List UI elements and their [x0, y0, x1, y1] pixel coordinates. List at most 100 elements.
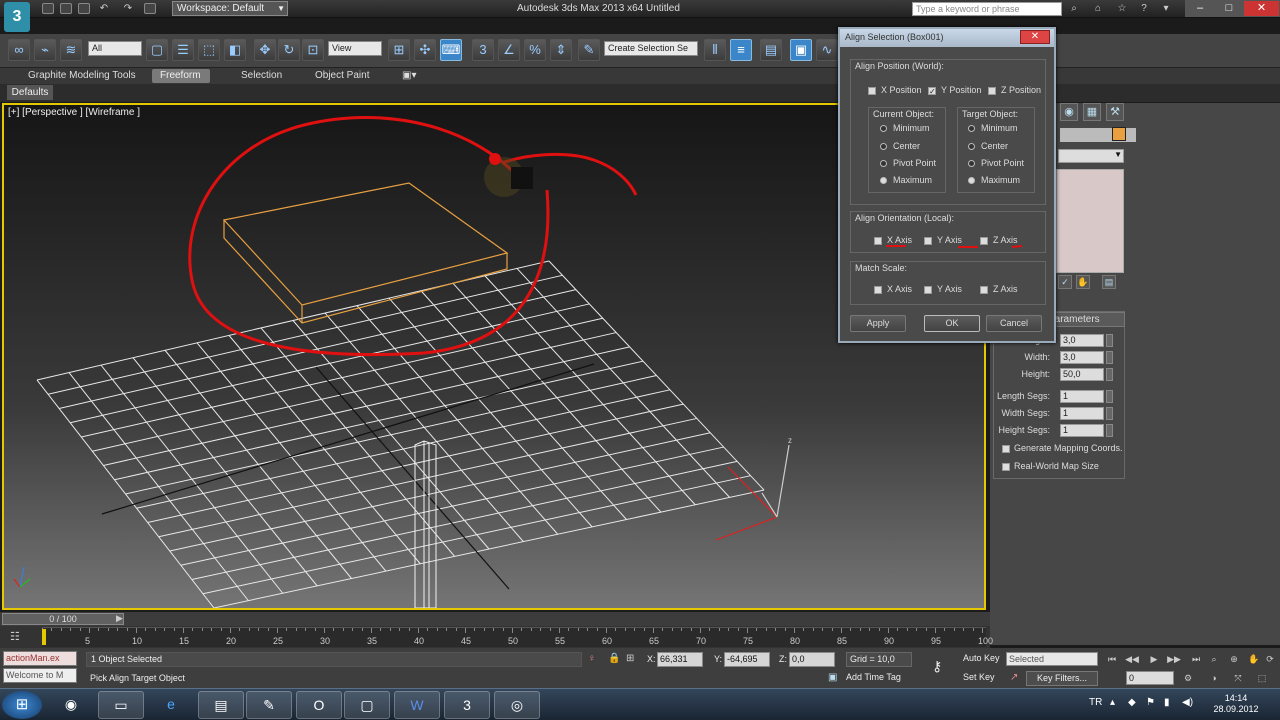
keyboard-shortcut-icon[interactable]: ⌨: [440, 39, 462, 61]
graphite-toggle-icon[interactable]: ▣: [790, 39, 812, 61]
volume-icon[interactable]: ◀): [1182, 697, 1193, 708]
internet-explorer-icon[interactable]: e: [148, 691, 194, 719]
minimize-button[interactable]: –: [1185, 0, 1215, 17]
paint-icon[interactable]: ✎: [246, 691, 292, 719]
play-icon[interactable]: ▶: [1146, 652, 1162, 666]
current-frame-marker[interactable]: [42, 629, 46, 645]
real-world-map-checkbox[interactable]: Real-World Map Size: [1002, 461, 1099, 471]
target-object-radio-maximum[interactable]: Maximum: [968, 175, 1020, 185]
tab-selection[interactable]: Selection: [241, 70, 282, 81]
help-icon[interactable]: ?: [1138, 3, 1150, 14]
file-explorer-icon[interactable]: ▭: [98, 691, 144, 719]
next-frame-icon[interactable]: ▶▶: [1166, 652, 1182, 666]
add-time-tag-button[interactable]: Add Time Tag: [846, 672, 901, 682]
defaults-panel-label[interactable]: Defaults: [7, 85, 53, 100]
unlink-icon[interactable]: ⌁: [34, 39, 56, 61]
network-icon[interactable]: ▮: [1164, 697, 1170, 708]
object-color-swatch[interactable]: [1112, 127, 1126, 141]
bind-spacewarp-icon[interactable]: ≋: [60, 39, 82, 61]
default-tangent-icon[interactable]: ↗: [1010, 672, 1018, 683]
lock-selection-icon[interactable]: 🔒: [608, 653, 620, 664]
pivot-center-icon[interactable]: ⊞: [388, 39, 410, 61]
spinner-snap-icon[interactable]: ⇕: [550, 39, 572, 61]
workspace-dropdown[interactable]: Workspace: Default ▼: [172, 1, 288, 16]
sticky-notes-icon[interactable]: ▢: [344, 691, 390, 719]
spinner-icon[interactable]: [1106, 351, 1113, 364]
zoom-all-icon[interactable]: ⊕: [1226, 652, 1242, 666]
time-slider-thumb[interactable]: 0 / 100: [2, 613, 124, 625]
close-button[interactable]: ✕: [1243, 0, 1280, 17]
rect-selection-icon[interactable]: ⬚: [198, 39, 220, 61]
spinner-icon[interactable]: [1106, 390, 1113, 403]
curve-editor-icon[interactable]: ∿: [816, 39, 838, 61]
tray-icon-1[interactable]: ◆: [1128, 697, 1136, 708]
tab-freeform[interactable]: Freeform: [160, 70, 201, 81]
set-key-icon[interactable]: ⚷: [932, 658, 954, 676]
snap-toggle-icon[interactable]: 3: [472, 39, 494, 61]
spinner-icon[interactable]: [1106, 424, 1113, 437]
tab-graphite-modeling-tools[interactable]: Graphite Modeling Tools: [28, 70, 136, 81]
hammer-icon[interactable]: ⚒: [1106, 103, 1124, 121]
spinner-icon[interactable]: [1106, 334, 1113, 347]
pan-icon[interactable]: ✋: [1246, 652, 1262, 666]
orbit-icon[interactable]: ⟳: [1262, 652, 1278, 666]
scale-y-checkbox[interactable]: Y Axis: [924, 284, 962, 294]
current-frame-field[interactable]: 0: [1126, 671, 1174, 685]
favorites-icon[interactable]: ☆: [1116, 3, 1128, 14]
parameter-field[interactable]: 50,0: [1060, 368, 1104, 381]
language-indicator[interactable]: TR: [1089, 697, 1102, 708]
zoom-icon[interactable]: ⌕: [1206, 652, 1222, 666]
walk-through-icon[interactable]: ⤧: [1230, 671, 1246, 685]
cancel-button[interactable]: Cancel: [986, 315, 1042, 332]
parameter-field[interactable]: 1: [1060, 424, 1104, 437]
track-ruler[interactable]: 5 10 15 20 25 30 35 40 45 50 55 60 65 70 75 80 85 90 95 100: [42, 627, 993, 647]
key-filters-button[interactable]: Key Filters...: [1026, 671, 1098, 686]
binoculars-icon[interactable]: ⌕: [1068, 3, 1080, 14]
folder-icon[interactable]: ▤: [198, 691, 244, 719]
absolute-mode-icon[interactable]: ⊞: [626, 653, 634, 664]
undo-icon[interactable]: ↶: [98, 3, 110, 14]
mini-curve-editor-icon[interactable]: ☷: [10, 630, 20, 643]
current-object-radio-center[interactable]: Center: [880, 141, 920, 151]
app-logo-icon[interactable]: 3: [4, 2, 30, 32]
camtasia-icon[interactable]: ◎: [494, 691, 540, 719]
outlook-icon[interactable]: O: [296, 691, 342, 719]
viewport-label[interactable]: [+] [Perspective ] [Wireframe ]: [8, 107, 140, 118]
isolate-icon[interactable]: ♀: [588, 653, 596, 664]
tray-clock[interactable]: 14:14 28.09.2012: [1210, 693, 1262, 715]
z-position-checkbox[interactable]: Z Position: [988, 85, 1041, 95]
word-icon[interactable]: W: [394, 691, 440, 719]
named-selection-dropdown[interactable]: Create Selection Se: [604, 41, 698, 56]
select-object-icon[interactable]: ▢: [146, 39, 168, 61]
select-scale-icon[interactable]: ⊡: [302, 39, 324, 61]
reference-coord-dropdown[interactable]: View: [328, 41, 382, 56]
y-coordinate-field[interactable]: -64,695: [724, 652, 770, 667]
time-config-icon[interactable]: ⚙: [1180, 671, 1196, 685]
dialog-close-button[interactable]: ✕: [1020, 30, 1050, 44]
target-object-radio-center[interactable]: Center: [968, 141, 1008, 151]
open-file-icon[interactable]: [60, 3, 72, 14]
display-tab-icon[interactable]: ◉: [1060, 103, 1078, 121]
scale-z-checkbox[interactable]: Z Axis: [980, 284, 1018, 294]
layer-manager-icon[interactable]: ▤: [760, 39, 782, 61]
redo-icon[interactable]: ↷: [122, 3, 134, 14]
ribbon-options-icon[interactable]: ▣▾: [402, 70, 416, 81]
time-slider-track[interactable]: 0 / 100 ▶: [0, 612, 990, 626]
angle-snap-icon[interactable]: ∠: [498, 39, 520, 61]
selection-filter-dropdown[interactable]: All: [88, 41, 142, 56]
align-icon[interactable]: ≡: [730, 39, 752, 61]
save-file-icon[interactable]: [78, 3, 90, 14]
scale-x-checkbox[interactable]: X Axis: [874, 284, 912, 294]
set-key-button[interactable]: Set Key: [963, 671, 1003, 686]
edit-named-selection-icon[interactable]: ✎: [578, 39, 600, 61]
auto-key-button[interactable]: Auto Key: [963, 652, 1003, 667]
manipulate-icon[interactable]: ✣: [414, 39, 436, 61]
dialog-titlebar[interactable]: Align Selection (Box001) ✕: [840, 29, 1054, 47]
current-object-radio-minimum[interactable]: Minimum: [880, 123, 930, 133]
modifier-list-dropdown[interactable]: ▼: [1058, 149, 1124, 163]
maxscript-output-field[interactable]: Welcome to M: [3, 668, 77, 683]
parameter-field[interactable]: 1: [1060, 390, 1104, 403]
generate-mapping-checkbox[interactable]: Generate Mapping Coords.: [1002, 443, 1123, 453]
spinner-icon[interactable]: [1106, 407, 1113, 420]
go-to-end-icon[interactable]: ⏭: [1188, 652, 1204, 666]
